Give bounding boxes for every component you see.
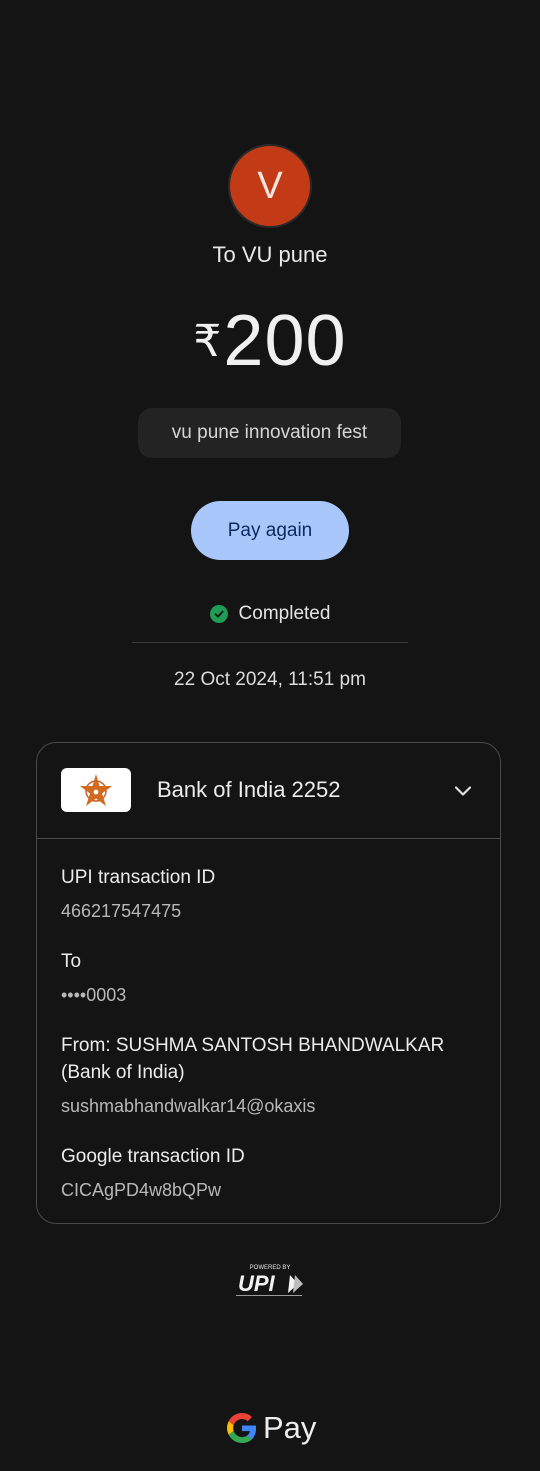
upi-logo: POWERED BY UPI (232, 1262, 308, 1300)
bank-account-name: Bank of India 2252 (157, 777, 341, 802)
pay-again-button[interactable]: Pay again (191, 501, 349, 560)
from-upi-id-value: sushmabhandwalkar14@okaxis (61, 1096, 316, 1116)
payment-note: vu pune innovation fest (138, 408, 401, 458)
transaction-datetime: 22 Oct 2024, 11:51 pm (174, 669, 366, 690)
google-pay-logo: Pay (227, 1410, 316, 1446)
amount-value: 200 (223, 301, 347, 381)
payment-status: Completed (0, 603, 540, 625)
check-circle-icon (209, 605, 228, 623)
bank-of-india-logo-icon (61, 768, 131, 812)
chevron-down-icon[interactable] (451, 779, 475, 803)
google-g-icon (227, 1413, 257, 1443)
transaction-details-card: Bank of India 2252 UPI transaction ID 46… (36, 742, 501, 1224)
upi-logo-text: UPI (238, 1271, 276, 1296)
divider (132, 642, 408, 643)
google-transaction-id-label: Google transaction ID (61, 1146, 245, 1167)
recipient-initial: V (257, 164, 283, 207)
google-transaction-id-value: CICAgPD4w8bQPw (61, 1180, 222, 1200)
payment-amount: ₹ 200 (0, 300, 540, 382)
gpay-pay-word: Pay (263, 1410, 317, 1445)
upi-transaction-id-label: UPI transaction ID (61, 867, 216, 888)
from-label: From: SUSHMA SANTOSH BHANDWALKAR (61, 1035, 445, 1056)
currency-symbol: ₹ (193, 317, 222, 366)
to-label: To (61, 951, 82, 972)
bank-account-header[interactable]: Bank of India 2252 (37, 743, 500, 839)
recipient-avatar: V (228, 144, 312, 228)
to-account-value: ••••0003 (61, 985, 127, 1005)
from-bank-label: (Bank of India) (61, 1062, 185, 1083)
upi-transaction-id-value: 466217547475 (61, 901, 182, 921)
status-text: Completed (238, 603, 331, 624)
recipient-name: To VU pune (212, 242, 328, 267)
